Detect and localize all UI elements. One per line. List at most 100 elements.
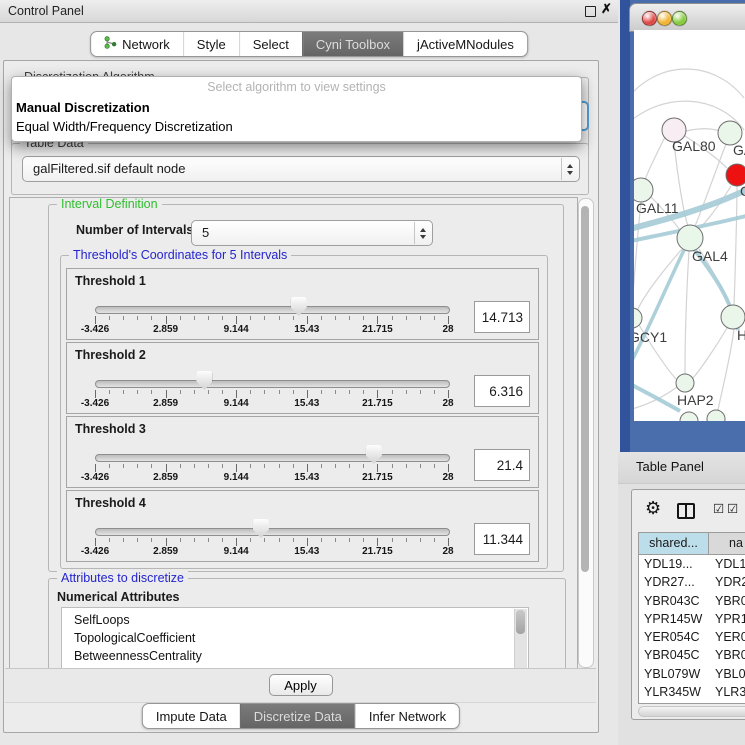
network-canvas[interactable]: GAL80GACGAL11GAL4GCY1HHAP2 xyxy=(634,30,745,421)
network-node-gal11[interactable] xyxy=(634,178,653,202)
attribute-item-topologicalcoefficient[interactable]: TopologicalCoefficient xyxy=(62,629,528,647)
cell-name[interactable]: YDR2 xyxy=(709,573,745,591)
network-node[interactable] xyxy=(707,410,725,421)
network-edge[interactable] xyxy=(645,137,665,180)
network-node[interactable] xyxy=(680,412,698,421)
tab-select[interactable]: Select xyxy=(239,32,302,56)
table-row[interactable]: YDR27...YDR2 xyxy=(639,573,745,591)
apply-button[interactable]: Apply xyxy=(269,674,333,696)
close-window-button[interactable] xyxy=(642,11,657,26)
horizontal-scrollbar[interactable] xyxy=(638,706,745,717)
threshold-value-field[interactable]: 21.4 xyxy=(474,449,530,481)
cell-shared-name[interactable]: YIL053C xyxy=(639,701,709,704)
network-edge[interactable] xyxy=(695,144,726,226)
threshold-value-field[interactable]: 6.316 xyxy=(474,375,530,407)
network-edge[interactable] xyxy=(693,328,727,378)
number-of-intervals-label: Number of Intervals xyxy=(76,223,193,237)
list-scrollbar-thumb[interactable] xyxy=(516,610,525,634)
checkbox-icon[interactable]: ☑ xyxy=(713,501,724,516)
tab-style[interactable]: Style xyxy=(183,32,239,56)
cell-name[interactable]: YBL0 xyxy=(709,665,745,683)
checkbox-icon[interactable]: ☑ xyxy=(727,501,738,516)
cell-name[interactable]: YIL0 xyxy=(709,701,745,704)
split-column-icon[interactable] xyxy=(677,503,695,519)
threshold-value-field[interactable]: 11.344 xyxy=(474,523,530,555)
gear-icon[interactable]: ⚙ xyxy=(645,498,661,519)
network-edge[interactable] xyxy=(634,202,641,308)
numerical-attributes-label: Numerical Attributes xyxy=(57,590,179,604)
table-row[interactable]: YLR345WYLR3 xyxy=(639,683,745,701)
table-data-selected-value: galFiltered.sif default node xyxy=(33,157,185,181)
bottom-tab-discretize-data[interactable]: Discretize Data xyxy=(240,704,355,728)
bottom-tab-infer-network[interactable]: Infer Network xyxy=(355,704,459,728)
cell-shared-name[interactable]: YDR27... xyxy=(639,573,709,591)
threshold-slider-track[interactable] xyxy=(95,306,450,314)
threshold-label: Threshold 1 xyxy=(75,274,146,288)
cell-name[interactable]: YLR3 xyxy=(709,683,745,701)
bottom-tab-impute-data[interactable]: Impute Data xyxy=(143,704,240,728)
network-edge[interactable] xyxy=(734,186,737,305)
cell-name[interactable]: YER0 xyxy=(709,628,745,646)
threshold-panel-2: Threshold 2-3.4262.8599.14415.4321.71528… xyxy=(66,342,539,414)
cell-name[interactable]: YPR1 xyxy=(709,610,745,628)
tab-label: jActiveMNodules xyxy=(417,37,514,52)
table-row[interactable]: YBR043CYBR0 xyxy=(639,592,745,610)
close-panel-icon[interactable]: ✗ xyxy=(601,1,612,17)
numerical-attributes-list[interactable]: SelfLoopsTopologicalCoefficientBetweenne… xyxy=(61,607,529,670)
cell-shared-name[interactable]: YBR045C xyxy=(639,646,709,664)
cell-shared-name[interactable]: YER054C xyxy=(639,628,709,646)
cell-name[interactable]: YBR0 xyxy=(709,646,745,664)
network-edge[interactable] xyxy=(718,329,734,410)
vertical-scrollbar[interactable] xyxy=(578,198,594,668)
minimize-window-button[interactable] xyxy=(657,11,672,26)
number-of-intervals-spinner[interactable]: 5 xyxy=(191,220,433,246)
table-data-combobox[interactable]: galFiltered.sif default node xyxy=(22,156,580,182)
cell-shared-name[interactable]: YPR145W xyxy=(639,610,709,628)
network-node-h[interactable] xyxy=(721,305,745,329)
tab-network[interactable]: Network xyxy=(91,32,183,56)
float-window-icon[interactable] xyxy=(585,6,596,17)
cell-shared-name[interactable]: YLR345W xyxy=(639,683,709,701)
table-row[interactable]: YDL19...YDL1 xyxy=(639,555,745,573)
column-header-shared-name[interactable]: shared... xyxy=(639,533,709,554)
network-node-gcy1[interactable] xyxy=(634,308,642,328)
network-edge[interactable] xyxy=(686,129,719,131)
table-row[interactable]: YBL079WYBL0 xyxy=(639,665,745,683)
network-icon xyxy=(104,36,117,52)
stepper-icon[interactable] xyxy=(414,222,431,244)
attribute-item-betweennesscentrality[interactable]: BetweennessCentrality xyxy=(62,647,528,665)
zoom-window-button[interactable] xyxy=(672,11,687,26)
screen: Control Panel ✗ NetworkStyleSelectCyni T… xyxy=(0,0,745,745)
algorithm-option-equal-width-frequency-discretization[interactable]: Equal Width/Frequency Discretization xyxy=(12,117,581,136)
network-window-titlebar[interactable] xyxy=(629,3,745,32)
network-edge[interactable] xyxy=(685,251,689,374)
table-row[interactable]: YER054CYER0 xyxy=(639,628,745,646)
attribute-item-selfloops[interactable]: SelfLoops xyxy=(62,611,528,629)
cell-name[interactable]: YDL1 xyxy=(709,555,745,573)
table-row[interactable]: YBR045CYBR0 xyxy=(639,646,745,664)
column-header-name[interactable]: na xyxy=(709,533,745,554)
threshold-slider-track[interactable] xyxy=(95,380,450,388)
cell-shared-name[interactable]: YBL079W xyxy=(639,665,709,683)
network-edge[interactable] xyxy=(634,69,744,100)
horizontal-scrollbar-thumb[interactable] xyxy=(639,707,745,716)
list-scrollbar[interactable] xyxy=(514,609,527,669)
tab-cyni-toolbox[interactable]: Cyni Toolbox xyxy=(302,32,403,56)
network-edge-thick[interactable] xyxy=(634,250,684,368)
algorithm-option-manual-discretization[interactable]: Manual Discretization xyxy=(12,98,581,117)
vertical-scrollbar-thumb[interactable] xyxy=(581,206,589,572)
table-panel-toolbar: ⚙ ☑ ☑ xyxy=(632,490,745,530)
network-view-window: GAL80GACGAL11GAL4GCY1HHAP2 xyxy=(620,0,745,452)
threshold-slider-track[interactable] xyxy=(95,454,450,462)
table-row[interactable]: YIL053CYIL0 xyxy=(639,701,745,704)
cell-shared-name[interactable]: YBR043C xyxy=(639,592,709,610)
tab-jactivemnodules[interactable]: jActiveMNodules xyxy=(403,32,527,56)
threshold-value-field[interactable]: 14.713 xyxy=(474,301,530,333)
threshold-slider-track[interactable] xyxy=(95,528,450,536)
cell-shared-name[interactable]: YDL19... xyxy=(639,555,709,573)
network-node-hap2[interactable] xyxy=(676,374,694,392)
table-row[interactable]: YPR145WYPR1 xyxy=(639,610,745,628)
cell-name[interactable]: YBR0 xyxy=(709,592,745,610)
network-node-label: GAL11 xyxy=(636,200,679,216)
stepper-icon[interactable] xyxy=(561,158,578,180)
